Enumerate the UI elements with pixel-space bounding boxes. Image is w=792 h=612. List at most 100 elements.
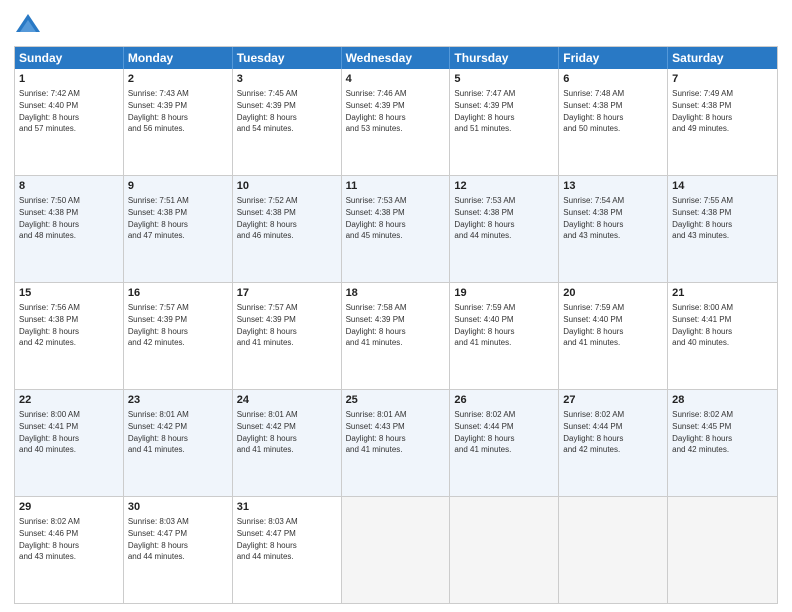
day-number: 23 [128, 393, 228, 408]
day-number: 6 [563, 72, 663, 87]
day-cell-8: 8Sunrise: 7:50 AMSunset: 4:38 PMDaylight… [15, 176, 124, 282]
day-cell-10: 10Sunrise: 7:52 AMSunset: 4:38 PMDayligh… [233, 176, 342, 282]
sun-info: Sunrise: 7:52 AMSunset: 4:38 PMDaylight:… [237, 195, 337, 241]
day-cell-24: 24Sunrise: 8:01 AMSunset: 4:42 PMDayligh… [233, 390, 342, 496]
day-cell-23: 23Sunrise: 8:01 AMSunset: 4:42 PMDayligh… [124, 390, 233, 496]
sun-info: Sunrise: 7:43 AMSunset: 4:39 PMDaylight:… [128, 88, 228, 134]
day-number: 22 [19, 393, 119, 408]
calendar: SundayMondayTuesdayWednesdayThursdayFrid… [14, 46, 778, 604]
day-number: 30 [128, 500, 228, 515]
day-cell-20: 20Sunrise: 7:59 AMSunset: 4:40 PMDayligh… [559, 283, 668, 389]
day-cell-13: 13Sunrise: 7:54 AMSunset: 4:38 PMDayligh… [559, 176, 668, 282]
day-cell-4: 4Sunrise: 7:46 AMSunset: 4:39 PMDaylight… [342, 69, 451, 175]
day-number: 5 [454, 72, 554, 87]
sun-info: Sunrise: 7:59 AMSunset: 4:40 PMDaylight:… [563, 302, 663, 348]
cal-header-friday: Friday [559, 47, 668, 69]
day-number: 28 [672, 393, 773, 408]
day-number: 3 [237, 72, 337, 87]
day-number: 29 [19, 500, 119, 515]
sun-info: Sunrise: 7:49 AMSunset: 4:38 PMDaylight:… [672, 88, 773, 134]
day-cell-18: 18Sunrise: 7:58 AMSunset: 4:39 PMDayligh… [342, 283, 451, 389]
week-row-1: 1Sunrise: 7:42 AMSunset: 4:40 PMDaylight… [15, 69, 777, 175]
day-cell-2: 2Sunrise: 7:43 AMSunset: 4:39 PMDaylight… [124, 69, 233, 175]
day-number: 19 [454, 286, 554, 301]
cal-header-monday: Monday [124, 47, 233, 69]
day-cell-14: 14Sunrise: 7:55 AMSunset: 4:38 PMDayligh… [668, 176, 777, 282]
week-row-3: 15Sunrise: 7:56 AMSunset: 4:38 PMDayligh… [15, 282, 777, 389]
day-cell-7: 7Sunrise: 7:49 AMSunset: 4:38 PMDaylight… [668, 69, 777, 175]
week-row-5: 29Sunrise: 8:02 AMSunset: 4:46 PMDayligh… [15, 496, 777, 603]
day-cell-17: 17Sunrise: 7:57 AMSunset: 4:39 PMDayligh… [233, 283, 342, 389]
day-cell-26: 26Sunrise: 8:02 AMSunset: 4:44 PMDayligh… [450, 390, 559, 496]
day-number: 20 [563, 286, 663, 301]
cal-header-thursday: Thursday [450, 47, 559, 69]
day-cell-16: 16Sunrise: 7:57 AMSunset: 4:39 PMDayligh… [124, 283, 233, 389]
sun-info: Sunrise: 7:51 AMSunset: 4:38 PMDaylight:… [128, 195, 228, 241]
day-number: 12 [454, 179, 554, 194]
header [14, 12, 778, 40]
day-cell-9: 9Sunrise: 7:51 AMSunset: 4:38 PMDaylight… [124, 176, 233, 282]
day-number: 14 [672, 179, 773, 194]
empty-cell [668, 497, 777, 603]
empty-cell [559, 497, 668, 603]
day-number: 26 [454, 393, 554, 408]
day-cell-15: 15Sunrise: 7:56 AMSunset: 4:38 PMDayligh… [15, 283, 124, 389]
day-cell-22: 22Sunrise: 8:00 AMSunset: 4:41 PMDayligh… [15, 390, 124, 496]
sun-info: Sunrise: 7:58 AMSunset: 4:39 PMDaylight:… [346, 302, 446, 348]
day-number: 25 [346, 393, 446, 408]
cal-header-saturday: Saturday [668, 47, 777, 69]
week-row-4: 22Sunrise: 8:00 AMSunset: 4:41 PMDayligh… [15, 389, 777, 496]
sun-info: Sunrise: 7:48 AMSunset: 4:38 PMDaylight:… [563, 88, 663, 134]
day-number: 9 [128, 179, 228, 194]
cal-header-wednesday: Wednesday [342, 47, 451, 69]
sun-info: Sunrise: 8:02 AMSunset: 4:44 PMDaylight:… [563, 409, 663, 455]
day-cell-12: 12Sunrise: 7:53 AMSunset: 4:38 PMDayligh… [450, 176, 559, 282]
sun-info: Sunrise: 7:53 AMSunset: 4:38 PMDaylight:… [454, 195, 554, 241]
sun-info: Sunrise: 8:00 AMSunset: 4:41 PMDaylight:… [672, 302, 773, 348]
day-cell-28: 28Sunrise: 8:02 AMSunset: 4:45 PMDayligh… [668, 390, 777, 496]
day-cell-29: 29Sunrise: 8:02 AMSunset: 4:46 PMDayligh… [15, 497, 124, 603]
logo [14, 12, 46, 40]
calendar-header-row: SundayMondayTuesdayWednesdayThursdayFrid… [15, 47, 777, 69]
page: SundayMondayTuesdayWednesdayThursdayFrid… [0, 0, 792, 612]
day-cell-11: 11Sunrise: 7:53 AMSunset: 4:38 PMDayligh… [342, 176, 451, 282]
day-cell-19: 19Sunrise: 7:59 AMSunset: 4:40 PMDayligh… [450, 283, 559, 389]
day-number: 10 [237, 179, 337, 194]
day-number: 27 [563, 393, 663, 408]
sun-info: Sunrise: 7:45 AMSunset: 4:39 PMDaylight:… [237, 88, 337, 134]
day-cell-27: 27Sunrise: 8:02 AMSunset: 4:44 PMDayligh… [559, 390, 668, 496]
cal-header-sunday: Sunday [15, 47, 124, 69]
empty-cell [450, 497, 559, 603]
sun-info: Sunrise: 8:01 AMSunset: 4:42 PMDaylight:… [128, 409, 228, 455]
day-cell-30: 30Sunrise: 8:03 AMSunset: 4:47 PMDayligh… [124, 497, 233, 603]
sun-info: Sunrise: 8:01 AMSunset: 4:43 PMDaylight:… [346, 409, 446, 455]
day-cell-21: 21Sunrise: 8:00 AMSunset: 4:41 PMDayligh… [668, 283, 777, 389]
sun-info: Sunrise: 8:01 AMSunset: 4:42 PMDaylight:… [237, 409, 337, 455]
day-cell-5: 5Sunrise: 7:47 AMSunset: 4:39 PMDaylight… [450, 69, 559, 175]
day-cell-3: 3Sunrise: 7:45 AMSunset: 4:39 PMDaylight… [233, 69, 342, 175]
day-number: 21 [672, 286, 773, 301]
sun-info: Sunrise: 7:57 AMSunset: 4:39 PMDaylight:… [237, 302, 337, 348]
empty-cell [342, 497, 451, 603]
day-number: 11 [346, 179, 446, 194]
sun-info: Sunrise: 7:57 AMSunset: 4:39 PMDaylight:… [128, 302, 228, 348]
sun-info: Sunrise: 7:54 AMSunset: 4:38 PMDaylight:… [563, 195, 663, 241]
sun-info: Sunrise: 7:50 AMSunset: 4:38 PMDaylight:… [19, 195, 119, 241]
sun-info: Sunrise: 8:03 AMSunset: 4:47 PMDaylight:… [237, 516, 337, 562]
day-number: 13 [563, 179, 663, 194]
sun-info: Sunrise: 8:02 AMSunset: 4:45 PMDaylight:… [672, 409, 773, 455]
sun-info: Sunrise: 8:02 AMSunset: 4:46 PMDaylight:… [19, 516, 119, 562]
day-number: 31 [237, 500, 337, 515]
week-row-2: 8Sunrise: 7:50 AMSunset: 4:38 PMDaylight… [15, 175, 777, 282]
day-cell-25: 25Sunrise: 8:01 AMSunset: 4:43 PMDayligh… [342, 390, 451, 496]
day-number: 7 [672, 72, 773, 87]
sun-info: Sunrise: 7:56 AMSunset: 4:38 PMDaylight:… [19, 302, 119, 348]
cal-header-tuesday: Tuesday [233, 47, 342, 69]
sun-info: Sunrise: 7:53 AMSunset: 4:38 PMDaylight:… [346, 195, 446, 241]
day-number: 4 [346, 72, 446, 87]
day-cell-1: 1Sunrise: 7:42 AMSunset: 4:40 PMDaylight… [15, 69, 124, 175]
day-number: 2 [128, 72, 228, 87]
logo-icon [14, 12, 42, 40]
day-number: 24 [237, 393, 337, 408]
sun-info: Sunrise: 7:55 AMSunset: 4:38 PMDaylight:… [672, 195, 773, 241]
